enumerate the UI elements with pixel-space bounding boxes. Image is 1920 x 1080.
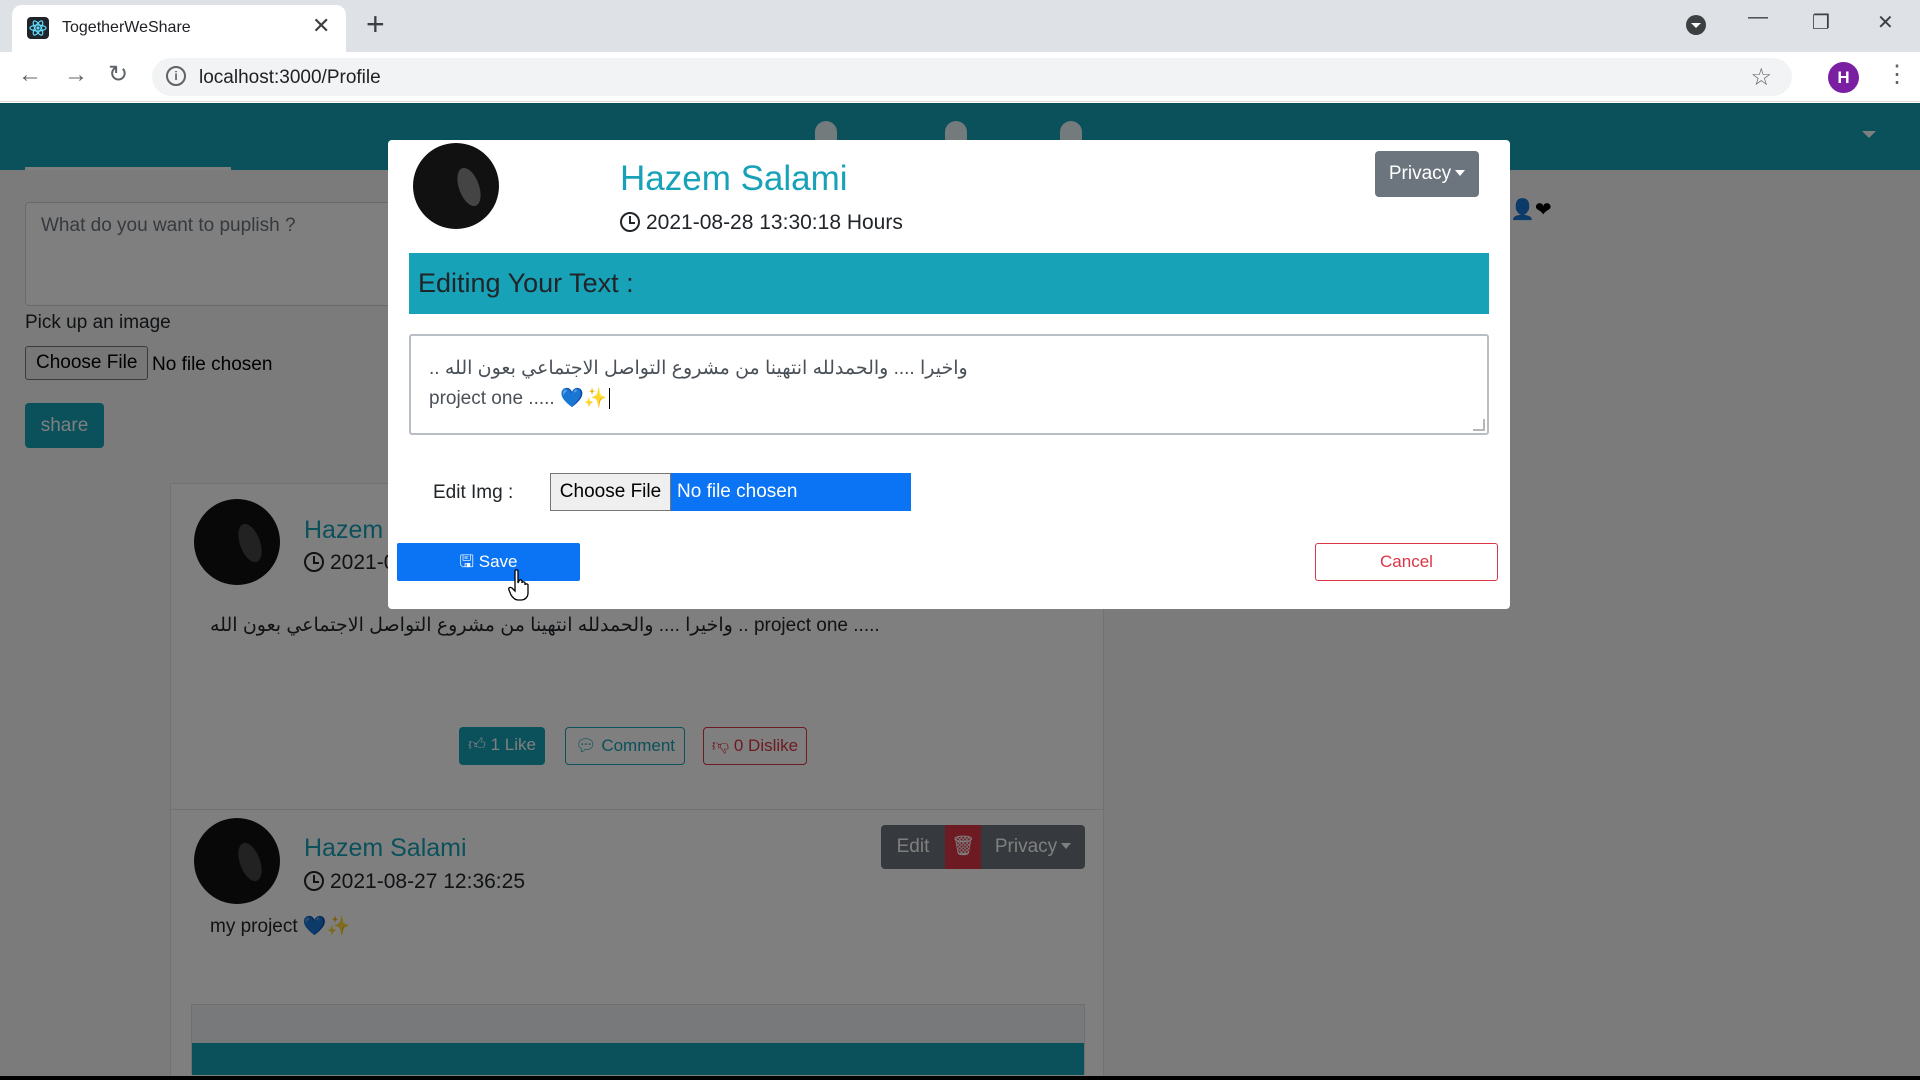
url-text[interactable]: localhost:3000/Profile	[199, 67, 381, 89]
browser-tab[interactable]: TogetherWeShare ✕	[12, 5, 346, 52]
restore-icon[interactable]: ❐	[1812, 10, 1830, 35]
edit-text-area[interactable]: واخيرا .... والحمدلله انتهينا من مشروع ا…	[409, 334, 1489, 435]
edit-text-line-1: واخيرا .... والحمدلله انتهينا من مشروع ا…	[429, 358, 968, 379]
react-icon	[27, 17, 49, 39]
avatar	[413, 143, 499, 229]
profile-dropdown-icon[interactable]	[1685, 14, 1707, 42]
new-tab-icon[interactable]: +	[366, 8, 385, 40]
clock-icon	[620, 212, 640, 232]
blue-heart-icon: 💙	[559, 388, 584, 409]
edit-text-line-2: project one ..... 💙✨​	[429, 384, 1469, 414]
bookmark-star-icon[interactable]: ☆	[1750, 63, 1772, 92]
cancel-button[interactable]: Cancel	[1315, 543, 1498, 581]
tab-close-icon[interactable]: ✕	[312, 15, 330, 37]
choose-file-button[interactable]: Choose File	[550, 473, 671, 511]
back-icon[interactable]: ←	[18, 62, 42, 88]
modal-date: 2021-08-28 13:30:18 Hours	[620, 211, 903, 235]
chevron-down-icon	[1455, 170, 1466, 176]
close-window-icon[interactable]: ✕	[1877, 10, 1894, 35]
save-button[interactable]: 🖫 Save	[397, 543, 580, 581]
privacy-dropdown-button[interactable]: Privacy	[1375, 151, 1479, 197]
browser-toolbar: ← → ↻ i localhost:3000/Profile ☆ H ⋮	[0, 52, 1920, 102]
file-status: No file chosen	[671, 473, 911, 511]
floppy-disk-icon: 🖫	[459, 552, 474, 571]
forward-icon[interactable]: →	[64, 62, 88, 88]
modal-date-text: 2021-08-28 13:30:18 Hours	[646, 211, 903, 234]
editing-header: Editing Your Text :	[409, 253, 1489, 314]
edit-img-file-input[interactable]: Choose File No file chosen	[550, 473, 911, 511]
reload-icon[interactable]: ↻	[108, 62, 128, 88]
browser-tab-bar: TogetherWeShare ✕ + — ❐ ✕	[0, 0, 1920, 52]
info-icon[interactable]: i	[166, 66, 186, 86]
modal-author-name: Hazem Salami	[620, 159, 848, 198]
minimize-icon[interactable]: —	[1748, 6, 1768, 29]
edit-post-modal: Hazem Salami 2021-08-28 13:30:18 Hours P…	[388, 140, 1510, 609]
browser-menu-icon[interactable]: ⋮	[1885, 60, 1909, 89]
resize-handle[interactable]	[1473, 419, 1485, 431]
text-caret: ​	[609, 388, 611, 409]
edit-text-line-2-content: project one .....	[429, 388, 555, 409]
hand-pointer-icon	[508, 569, 529, 601]
editing-title: Editing Your Text :	[418, 268, 634, 298]
profile-avatar[interactable]: H	[1828, 62, 1859, 93]
sparkles-icon: ✨	[583, 388, 608, 409]
address-bar[interactable]: i localhost:3000/Profile ☆	[152, 58, 1792, 96]
edit-img-label: Edit Img :	[433, 482, 514, 503]
tab-title: TogetherWeShare	[62, 19, 191, 36]
privacy-label: Privacy	[1388, 163, 1452, 184]
